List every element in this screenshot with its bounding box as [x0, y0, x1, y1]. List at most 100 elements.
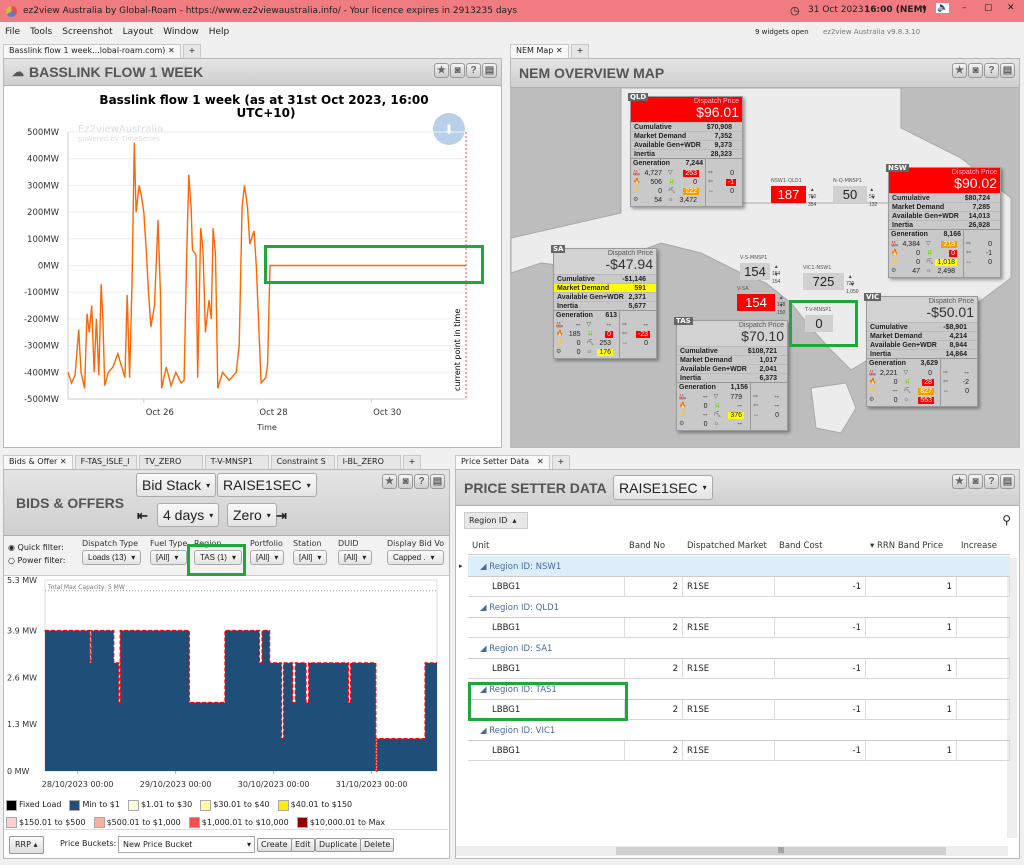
interconnector-n-q-mnsp1[interactable]: 50 ▲ 50 ▼ 132 [833, 186, 877, 208]
close-tab-icon[interactable]: ✕ [60, 457, 67, 466]
edit-button[interactable]: Edit [291, 838, 315, 852]
quick-filter-radio[interactable]: ◉ Quick filter: [8, 543, 64, 552]
comment-icon[interactable]: ▤ [1000, 63, 1015, 78]
favourite-icon[interactable]: ★ [434, 63, 449, 78]
camera-icon[interactable]: ◙ [450, 63, 465, 78]
tab-price-setter[interactable]: Price Setter Data ✕ [455, 455, 550, 469]
region-tag-tas[interactable]: TAS [674, 317, 693, 325]
comment-icon[interactable]: ▤ [430, 474, 445, 489]
add-tab-button[interactable]: + [402, 455, 422, 469]
region-card-tas[interactable]: Dispatch Price $70.10 Cumulative $108,721 Ma… [676, 320, 788, 431]
region-tag-vic[interactable]: VIC [864, 293, 882, 301]
camera-icon[interactable]: ◙ [398, 474, 413, 489]
region-card-sa[interactable]: Dispatch Price -$47.94 Cumulative -$1,146 Ma… [553, 248, 657, 359]
jump-end-icon[interactable]: ⇥ [276, 508, 287, 524]
col-dispatched-market[interactable]: Dispatched Market [683, 537, 775, 554]
tab-i-bl-zero[interactable]: I-BL_ZERO [336, 455, 401, 469]
market-dropdown[interactable]: RAISE1SEC [217, 473, 317, 497]
add-tab-button[interactable]: + [570, 44, 590, 58]
table-row[interactable]: LBBG1 2 R1SE -1 1 [468, 741, 1010, 761]
price-bucket-select[interactable]: New Price Bucket ▾ [118, 836, 255, 853]
tab-nem-map[interactable]: NEM Map ✕ [510, 44, 569, 58]
camera-icon[interactable]: ◙ [968, 63, 983, 78]
menu-screenshot[interactable]: Screenshot [62, 27, 112, 37]
region-card-vic[interactable]: Dispatch Price -$50.01 Cumulative -$8,901 Ma… [866, 296, 978, 407]
power-filter-radio[interactable]: ○ Power filter: [8, 556, 65, 565]
jump-start-icon[interactable]: ⇤ [137, 508, 148, 524]
help-icon[interactable]: ? [466, 63, 481, 78]
add-tab-button[interactable]: + [551, 455, 571, 469]
time-dropdown-arrow-icon[interactable]: ▾ [922, 4, 927, 14]
menu-layout[interactable]: Layout [123, 27, 154, 37]
close-tab-icon[interactable]: ✕ [537, 457, 544, 466]
menu-tools[interactable]: Tools [30, 27, 52, 37]
filter-dropdown[interactable]: Capped . [387, 550, 445, 565]
group-row[interactable]: ◢ Region ID: NSW1 [468, 556, 1010, 577]
table-row[interactable]: LBBG1 2 R1SE -1 1 [468, 659, 1010, 679]
filter-dropdown[interactable]: [All] [250, 550, 285, 565]
help-icon[interactable]: ? [984, 474, 999, 489]
view-dropdown[interactable]: Bid Stack [136, 473, 217, 497]
group-row[interactable]: ◢ Region ID: TAS1 [468, 679, 1010, 700]
region-card-qld[interactable]: Dispatch Price $96.01 Cumulative $70,908 Mar… [630, 96, 743, 207]
group-row[interactable]: ◢ Region ID: VIC1 [468, 720, 1010, 741]
region-card-nsw[interactable]: Dispatch Price $90.02 Cumulative $80,724 Mar… [888, 167, 1001, 278]
group-row[interactable]: ◢ Region ID: QLD1 [468, 597, 1010, 618]
duplicate-button[interactable]: Duplicate [315, 838, 362, 852]
region-tag-qld[interactable]: QLD [628, 93, 649, 101]
search-icon[interactable]: ⚲ [1002, 513, 1011, 527]
offset-dropdown[interactable]: Zero [227, 503, 277, 527]
col-rrn-band-price[interactable]: ▾ RRN Band Price [866, 537, 957, 554]
menu-help[interactable]: Help [209, 27, 230, 37]
minimize-button[interactable]: – [962, 3, 967, 13]
tab-bids-offers[interactable]: Bids & Offer ✕ [3, 455, 73, 469]
col-unit[interactable]: Unit [468, 537, 625, 554]
tab-constraint[interactable]: Constraint S [270, 455, 335, 469]
interconnector-v-s-mnsp1[interactable]: 154 ▲ 154 ▼ 154 [740, 263, 780, 285]
tab-t-v-mnsp1[interactable]: T-V-MNSP1 [204, 455, 269, 469]
col-band-cost[interactable]: Band Cost [775, 537, 866, 554]
help-icon[interactable]: ? [984, 63, 999, 78]
col-increase[interactable]: Increase [957, 537, 1010, 554]
tab-basslink[interactable]: Basslink flow 1 week...lobal-roam.com) ✕ [3, 44, 181, 58]
group-by-region-chip[interactable]: Region ID ▴ [464, 512, 528, 529]
table-row[interactable]: LBBG1 2 R1SE -1 1 [468, 618, 1010, 638]
group-row[interactable]: ◢ Region ID: SA1 [468, 638, 1010, 659]
comment-icon[interactable]: ▤ [1000, 474, 1015, 489]
help-icon[interactable]: ? [414, 474, 429, 489]
region-tag-sa[interactable]: SA [551, 245, 566, 253]
time-dropdown[interactable]: 16:00 (NEM) [864, 5, 927, 15]
camera-icon[interactable]: ◙ [968, 474, 983, 489]
menu-file[interactable]: File [5, 27, 20, 37]
menu-window[interactable]: Window [163, 27, 199, 37]
filter-dropdown[interactable]: [All] [293, 550, 328, 565]
interconnector-v-sa[interactable]: 154 ▲ 178 ▼ 150 [737, 294, 785, 316]
region-tag-nsw[interactable]: NSW [886, 164, 909, 172]
favourite-icon[interactable]: ★ [952, 63, 967, 78]
rrp-button[interactable]: RRP ▴ [9, 836, 44, 854]
filter-dropdown[interactable]: [All] [338, 550, 373, 565]
favourite-icon[interactable]: ★ [382, 474, 397, 489]
interconnector-t-v-mnsp1[interactable]: 0 [805, 315, 833, 332]
col-band-no[interactable]: Band No [625, 537, 683, 554]
tab-tv-zero[interactable]: TV_ZERO [138, 455, 203, 469]
filter-dropdown[interactable]: Loads (13) [82, 550, 142, 565]
table-row[interactable]: LBBG1 2 R1SE -1 1 [468, 700, 1010, 720]
close-button[interactable]: ✕ [1007, 3, 1015, 13]
comment-icon[interactable]: ▤ [482, 63, 497, 78]
favourite-icon[interactable]: ★ [952, 474, 967, 489]
create-button[interactable]: Create [257, 838, 292, 852]
market-dropdown[interactable]: RAISE1SEC [613, 475, 713, 500]
delete-button[interactable]: Delete [360, 838, 395, 852]
interconnector-nsw1-qld1[interactable]: 187 ▲ 750 ▼ 354 [771, 186, 816, 208]
filter-dropdown[interactable]: TAS (1) [194, 550, 242, 565]
close-tab-icon[interactable]: ✕ [556, 46, 563, 55]
maximize-button[interactable]: ▢ [984, 3, 993, 13]
speaker-icon[interactable]: 🔈 [936, 3, 950, 13]
interconnector-vic1-nsw1[interactable]: 725 ▲ 720 ▼ 1,050 [803, 273, 859, 295]
horizontal-scrollbar[interactable]: ||| [456, 846, 1008, 856]
filter-dropdown[interactable]: [All] [150, 550, 188, 565]
table-row[interactable]: LBBG1 2 R1SE -1 1 [468, 577, 1010, 597]
period-dropdown[interactable]: 4 days [157, 503, 220, 527]
add-tab-button[interactable]: + [182, 44, 202, 58]
